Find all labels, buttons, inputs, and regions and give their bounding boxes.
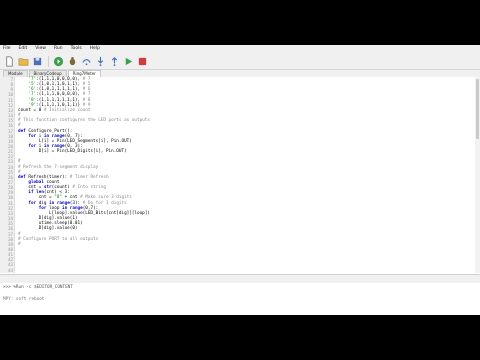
folder-icon bbox=[18, 57, 28, 65]
code-line: # bbox=[18, 241, 21, 247]
resume-icon bbox=[125, 57, 132, 65]
editor-scrollbar[interactable] bbox=[475, 77, 480, 273]
menu-bar: File Edit View Run Tools Help bbox=[0, 45, 480, 53]
step-out-icon bbox=[111, 56, 117, 66]
scrollbar-thumb[interactable] bbox=[476, 79, 479, 139]
line-number: 44 bbox=[7, 267, 13, 273]
toolbar-separator bbox=[48, 55, 49, 67]
code-line: # This function configures the LED ports… bbox=[18, 118, 150, 124]
line-number-gutter: 7 8 9 10 11 12 13 14 15 16 17 18 19 20 21 22 23 24 25 26 27 2… bbox=[0, 77, 15, 273]
new-file-button[interactable] bbox=[3, 55, 15, 67]
tab-ring7meter[interactable]: Ring7Meter bbox=[67, 70, 101, 77]
save-icon bbox=[33, 57, 41, 65]
step-into-icon bbox=[97, 56, 103, 66]
code-line: # Refresh the 7-segment display bbox=[18, 164, 99, 170]
step-over-button[interactable] bbox=[80, 55, 92, 67]
step-over-icon bbox=[81, 58, 91, 65]
save-button[interactable] bbox=[31, 55, 43, 67]
debug-button[interactable] bbox=[66, 55, 78, 67]
stop-icon bbox=[138, 57, 146, 65]
menu-tools[interactable]: Tools bbox=[71, 45, 82, 53]
menu-view[interactable]: View bbox=[35, 45, 46, 53]
resume-button[interactable] bbox=[122, 55, 134, 67]
bug-icon bbox=[69, 56, 75, 65]
shell-output-line: MPY: soft reboot bbox=[3, 297, 45, 302]
code-area[interactable]: '7':(1,1,1,0,0,0,0), # 7 '5':(1,0,1,1,0,… bbox=[18, 77, 473, 273]
play-icon bbox=[53, 56, 63, 66]
menu-file[interactable]: File bbox=[3, 45, 11, 53]
toolbar bbox=[0, 53, 480, 70]
code-line: # Configure PORT to all outputs bbox=[18, 236, 99, 242]
code-line: count = 0 # Initialize count bbox=[18, 107, 91, 113]
shell-panel[interactable]: >>> %Run -c $EDITOR_CONTENT MPY: soft re… bbox=[0, 283, 480, 315]
menu-help[interactable]: Help bbox=[90, 45, 100, 53]
tab-module[interactable]: Module bbox=[3, 70, 28, 77]
shell-prompt-line: >>> %Run -c $EDITOR_CONTENT bbox=[3, 285, 73, 290]
step-into-button[interactable] bbox=[94, 55, 106, 67]
stop-button[interactable] bbox=[136, 55, 148, 67]
step-out-button[interactable] bbox=[108, 55, 120, 67]
tab-binarycodeup[interactable]: BinaryCodeup bbox=[28, 70, 67, 77]
open-file-button[interactable] bbox=[17, 55, 29, 67]
new-file-icon bbox=[5, 56, 13, 66]
code-editor[interactable]: 7 8 9 10 11 12 13 14 15 16 17 18 19 20 21 22 23 24 25 26 27 2… bbox=[0, 77, 480, 273]
code-line: D[dig].value(0) bbox=[18, 226, 78, 232]
ide-window: File Edit View Run Tools Help Module Bin… bbox=[0, 45, 480, 315]
code-line: D[i] = Pin(LED_Digits[i], Pin.OUT) bbox=[18, 149, 127, 155]
menu-edit[interactable]: Edit bbox=[19, 45, 28, 53]
run-button[interactable] bbox=[52, 55, 64, 67]
menu-run[interactable]: Run bbox=[54, 45, 63, 53]
